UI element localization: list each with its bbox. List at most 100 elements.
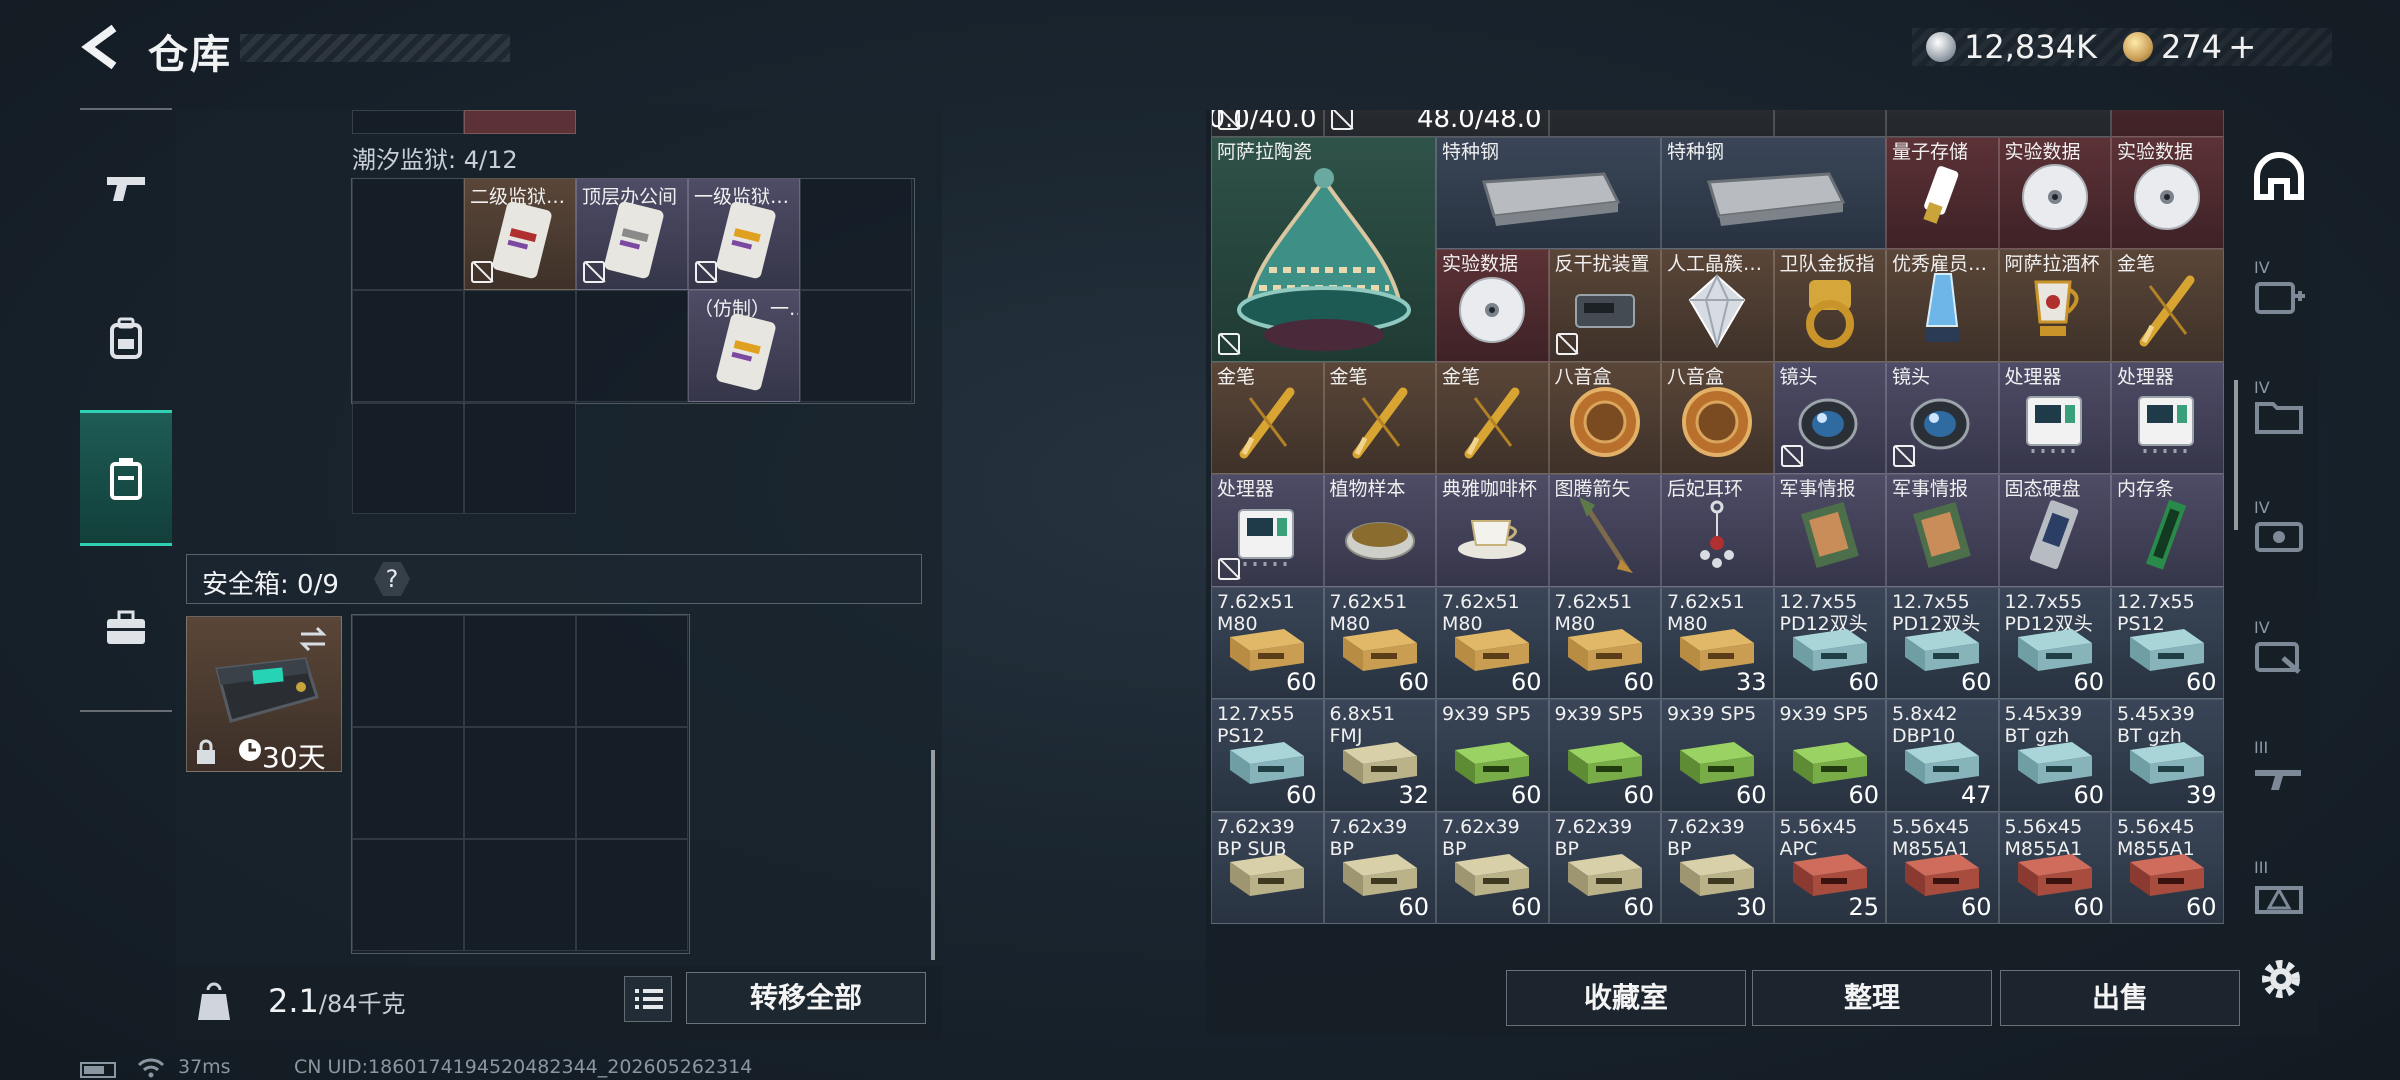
ammo-item[interactable]: 5.45x39 BT gzh 60 [1998, 699, 2111, 812]
list-view-button[interactable] [624, 976, 672, 1022]
stash-item[interactable]: 内存条 [2111, 474, 2224, 587]
ammo-item[interactable]: 12.7x55 PS12 60 [2111, 586, 2224, 699]
stash-scrollbar[interactable] [2234, 380, 2238, 530]
sell-button[interactable]: 出售 [2000, 970, 2240, 1026]
ammo-item[interactable]: 5.56x45 M855A1 60 [2111, 811, 2224, 924]
stash-item-partial[interactable] [1773, 110, 1886, 137]
stash-item[interactable]: 实验数据 [1436, 249, 1549, 362]
stash-item[interactable]: 反干扰装置 [1548, 249, 1661, 362]
stash-item[interactable]: 金笔 [1211, 361, 1324, 474]
stash-item[interactable]: 固态硬盘 [1998, 474, 2111, 587]
stash-item[interactable]: 阿萨拉陶瓷 [1211, 136, 1436, 362]
container-item[interactable]: 二级监狱… [464, 178, 576, 290]
ammo-item[interactable]: 7.62x39 BP SUB [1211, 811, 1324, 924]
ammo-item[interactable]: 9x39 SP5 60 [1773, 699, 1886, 812]
ammo-item[interactable]: 7.62x39 BP 30 [1661, 811, 1774, 924]
empty-slot[interactable] [352, 839, 464, 951]
stash-item[interactable]: 实验数据 [2111, 136, 2224, 249]
stash-item[interactable]: 军事情报 [1886, 474, 1999, 587]
empty-slot[interactable] [352, 615, 464, 727]
ammo-item[interactable]: 7.62x51 M80 60 [1548, 586, 1661, 699]
swap-icon[interactable] [297, 625, 329, 653]
ammo-item[interactable]: 12.7x55 PD12双头 60 [1998, 586, 2111, 699]
stash-item[interactable]: 镜头 [1773, 361, 1886, 474]
add-currency-button[interactable]: + [2228, 27, 2257, 67]
ammo-item[interactable]: 6.8x51 FMJ 32 [1323, 699, 1436, 812]
empty-slot[interactable] [576, 615, 688, 727]
settings-gear-icon[interactable] [2256, 954, 2306, 1004]
stash-item-partial[interactable] [2111, 110, 2224, 137]
stash-item-partial[interactable]: 48.0/48.0 [1323, 110, 1549, 137]
stash-item-partial[interactable] [1548, 110, 1774, 137]
ammo-item[interactable]: 7.62x51 M80 60 [1436, 586, 1549, 699]
ammo-item[interactable]: 5.8x42 DBP10 47 [1886, 699, 1999, 812]
tab-weapon[interactable] [80, 120, 172, 256]
ammo-item[interactable]: 9x39 SP5 60 [1548, 699, 1661, 812]
stash-item[interactable]: 八音盒 [1661, 361, 1774, 474]
category-medkit[interactable]: IV [2246, 248, 2312, 348]
ammo-item[interactable]: 7.62x51 M80 33 [1661, 586, 1774, 699]
sort-button[interactable]: 整理 [1752, 970, 1992, 1026]
container-item[interactable]: 一级监狱… [688, 178, 800, 290]
tab-container[interactable] [80, 410, 172, 546]
container-item[interactable]: （仿制）一… [688, 290, 800, 402]
stash-item[interactable]: 特种钢 [1661, 136, 1886, 249]
ammo-item[interactable]: 12.7x55 PD12双头 60 [1773, 586, 1886, 699]
empty-slot[interactable] [464, 839, 576, 951]
stash-item[interactable]: 金笔 [2111, 249, 2224, 362]
ammo-item[interactable]: 7.62x51 M80 60 [1323, 586, 1436, 699]
stash-item[interactable]: 处理器 [1998, 361, 2111, 474]
container-item[interactable]: 顶层办公间 [576, 178, 688, 290]
stash-item[interactable]: 处理器 [1211, 474, 1324, 587]
transfer-all-button[interactable]: 转移全部 [686, 972, 926, 1024]
stash-item[interactable]: 金笔 [1323, 361, 1436, 474]
stash-item[interactable]: 人工晶簇… [1661, 249, 1774, 362]
empty-slot[interactable] [576, 727, 688, 839]
empty-slot[interactable] [464, 615, 576, 727]
empty-slot[interactable] [464, 402, 576, 514]
category-home[interactable] [2246, 128, 2312, 228]
empty-slot[interactable] [352, 402, 464, 514]
ammo-item[interactable]: 7.62x39 BP 60 [1323, 811, 1436, 924]
empty-slot[interactable] [800, 178, 912, 290]
ammo-item[interactable]: 12.7x55 PS12 60 [1211, 699, 1324, 812]
empty-slot[interactable] [464, 290, 576, 402]
back-arrow-icon[interactable] [78, 22, 124, 72]
tab-backpack[interactable] [80, 270, 172, 406]
stash-item[interactable]: 典雅咖啡杯 [1436, 474, 1549, 587]
tab-briefcase[interactable] [80, 560, 172, 696]
ammo-item[interactable]: 7.62x39 BP 60 [1436, 811, 1549, 924]
category-folder[interactable]: IV [2246, 368, 2312, 468]
stash-item[interactable]: 植物样本 [1323, 474, 1436, 587]
empty-slot[interactable] [352, 727, 464, 839]
stash-item[interactable]: 阿萨拉酒杯 [1998, 249, 2111, 362]
ammo-item[interactable]: 9x39 SP5 60 [1661, 699, 1774, 812]
empty-slot[interactable] [352, 290, 464, 402]
ammo-item[interactable]: 5.56x45 APC 25 [1773, 811, 1886, 924]
stash-item-partial[interactable] [1886, 110, 2111, 137]
empty-slot[interactable] [352, 178, 464, 290]
stash-item[interactable]: 图腾箭矢 [1548, 474, 1661, 587]
ammo-item[interactable]: 5.56x45 M855A1 60 [1886, 811, 1999, 924]
stash-item[interactable]: 量子存储 [1886, 136, 1999, 249]
ammo-item[interactable]: 5.56x45 M855A1 60 [1998, 811, 2111, 924]
stash-item[interactable]: 军事情报 [1773, 474, 1886, 587]
ammo-item[interactable]: 9x39 SP5 60 [1436, 699, 1549, 812]
stash-item[interactable]: 镜头 [1886, 361, 1999, 474]
stash-item[interactable]: 八音盒 [1548, 361, 1661, 474]
category-rifle[interactable]: III [2246, 728, 2312, 828]
ammo-item[interactable]: 7.62x39 BP 60 [1548, 811, 1661, 924]
stash-item[interactable]: 后妃耳环 [1661, 474, 1774, 587]
container-scrollbar[interactable] [931, 750, 935, 960]
stash-item[interactable]: 实验数据 [1998, 136, 2111, 249]
stash-item[interactable]: 优秀雇员… [1886, 249, 1999, 362]
ammo-item[interactable]: 12.7x55 PD12双头 60 [1886, 586, 1999, 699]
stash-item[interactable]: 金笔 [1436, 361, 1549, 474]
category-device[interactable]: IV [2246, 488, 2312, 588]
ammo-item[interactable]: 5.45x39 BT gzh 39 [2111, 699, 2224, 812]
empty-slot[interactable] [464, 727, 576, 839]
category-tool[interactable]: IV [2246, 608, 2312, 708]
ammo-item[interactable]: 7.62x51 M80 60 [1211, 586, 1324, 699]
empty-slot[interactable] [576, 839, 688, 951]
stash-item[interactable]: 处理器 [2111, 361, 2224, 474]
